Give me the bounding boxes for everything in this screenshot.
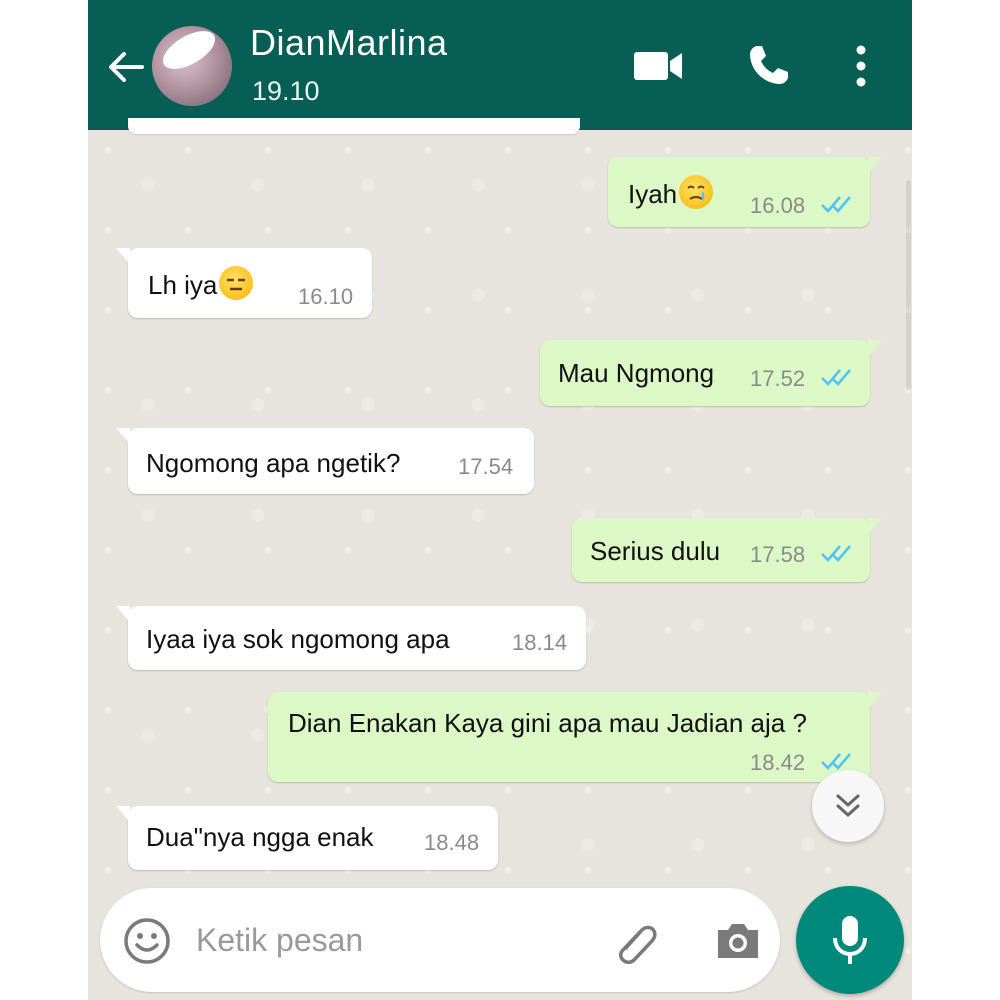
message-time: 18.48 bbox=[424, 830, 480, 855]
more-options-icon[interactable] bbox=[852, 44, 870, 88]
message-time: 17.58 bbox=[750, 542, 806, 567]
video-call-icon[interactable] bbox=[632, 48, 684, 84]
message-text: Ngomong apa ngetik? bbox=[146, 448, 401, 478]
message-time: 16.08 bbox=[750, 193, 806, 218]
message-time: 17.54 bbox=[458, 454, 514, 479]
message-text: Lh iya bbox=[148, 266, 254, 301]
message-text: Serius dulu bbox=[590, 536, 721, 566]
read-receipt-icon bbox=[821, 545, 851, 562]
message-bubble-outgoing[interactable]: Iyah 16.08 bbox=[608, 157, 882, 227]
read-receipt-icon bbox=[821, 369, 851, 386]
message-text: Dua"nya ngga enak bbox=[146, 822, 374, 852]
mic-icon bbox=[833, 916, 867, 964]
back-arrow-icon[interactable] bbox=[104, 45, 148, 89]
crying-face-emoji bbox=[679, 175, 714, 209]
camera-icon[interactable] bbox=[714, 920, 762, 962]
message-time: 17.52 bbox=[750, 366, 806, 391]
emoji-icon[interactable] bbox=[122, 916, 172, 966]
expressionless-face-emoji bbox=[219, 266, 254, 300]
avatar[interactable] bbox=[152, 26, 232, 106]
read-receipt-icon bbox=[821, 196, 851, 213]
message-text: Iyah bbox=[628, 175, 714, 210]
message-bubble-outgoing[interactable]: Serius dulu 17.58 bbox=[572, 518, 882, 582]
message-input[interactable] bbox=[196, 912, 576, 968]
mic-button[interactable] bbox=[796, 886, 904, 994]
message-bubble-outgoing[interactable]: Dian Enakan Kaya gini apa mau Jadian aja… bbox=[268, 692, 882, 782]
read-receipt-icon bbox=[821, 753, 851, 770]
voice-call-icon[interactable] bbox=[744, 42, 792, 90]
scroll-to-bottom-button[interactable] bbox=[812, 770, 884, 842]
chat-header: DianMarlina 19.10 bbox=[88, 0, 912, 130]
last-seen: 19.10 bbox=[252, 76, 320, 106]
attach-icon[interactable] bbox=[612, 918, 662, 966]
scrollbar[interactable] bbox=[906, 180, 911, 390]
partial-message-bubble bbox=[128, 118, 580, 134]
message-time: 16.10 bbox=[298, 284, 354, 309]
avatar-redaction bbox=[156, 26, 222, 77]
message-text: Dian Enakan Kaya gini apa mau Jadian aja… bbox=[288, 708, 807, 738]
message-time: 18.42 bbox=[750, 750, 806, 775]
message-text: Iyaa iya sok ngomong apa bbox=[146, 624, 450, 654]
message-bubble-incoming[interactable]: Dua"nya ngga enak 18.48 bbox=[116, 806, 498, 870]
contact-name[interactable]: DianMarlina bbox=[250, 22, 448, 64]
message-bubble-incoming[interactable]: Iyaa iya sok ngomong apa 18.14 bbox=[116, 606, 586, 670]
message-bubble-outgoing[interactable]: Mau Ngmong 17.52 bbox=[540, 340, 882, 406]
chat-screen: DianMarlina 19.10 Iyah 16.08 Lh iya 16.1… bbox=[88, 0, 912, 1000]
message-time: 18.14 bbox=[512, 630, 568, 655]
double-chevron-down-icon bbox=[836, 794, 860, 818]
message-composer bbox=[100, 888, 780, 992]
message-text: Mau Ngmong bbox=[558, 358, 715, 388]
message-bubble-incoming[interactable]: Ngomong apa ngetik? 17.54 bbox=[116, 428, 534, 494]
message-bubble-incoming[interactable]: Lh iya 16.10 bbox=[116, 248, 372, 318]
